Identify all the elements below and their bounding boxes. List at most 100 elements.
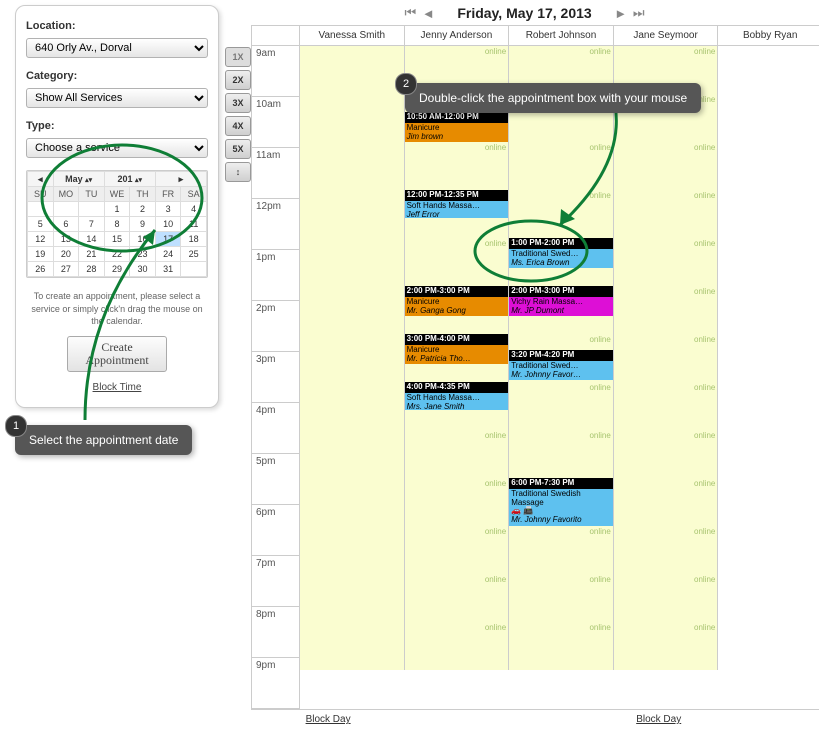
mini-cal-day[interactable]: 7: [79, 217, 105, 232]
time-slot-label: 7pm: [252, 556, 300, 607]
appointment[interactable]: 3:20 PM-4:20 PMTraditional Swed…Mr. John…: [509, 350, 613, 390]
mini-cal-day[interactable]: 22: [104, 247, 130, 262]
mini-cal-day[interactable]: 11: [181, 217, 207, 232]
category-select[interactable]: Show All Services: [26, 88, 208, 108]
online-tag: online: [485, 623, 506, 632]
mini-cal-day[interactable]: 16: [130, 232, 156, 247]
mini-cal-day[interactable]: 8: [104, 217, 130, 232]
appointment[interactable]: 2:00 PM-3:00 PMVichy Rain Massa…Mr. JP D…: [509, 286, 613, 326]
appointment-client: Jim brown: [407, 133, 507, 142]
appointment[interactable]: 3:00 PM-4:00 PMManicureMr. Patricia Tho…: [405, 334, 509, 374]
online-tag: online: [694, 191, 715, 200]
mini-cal-prev-month[interactable]: ◂: [28, 172, 54, 187]
staff-header[interactable]: Jenny Anderson: [405, 26, 510, 45]
day-column[interactable]: onlineonlineonlineonlineonlineonlineonli…: [614, 46, 719, 670]
appointment[interactable]: 12:00 PM-12:35 PMSoft Hands Massa…Jeff E…: [405, 190, 509, 218]
online-tag: online: [694, 431, 715, 440]
category-label: Category:: [26, 70, 208, 82]
create-appointment-button[interactable]: Create Appointment: [67, 336, 167, 372]
appointment-body: Traditional Swed…Mr. Johnny Favor…: [509, 361, 613, 381]
block-day-link[interactable]: Block Day: [636, 714, 681, 725]
mini-cal-year-stepper[interactable]: ▴▾: [135, 177, 142, 184]
day-column[interactable]: [718, 46, 819, 670]
staff-header[interactable]: Bobby Ryan: [718, 26, 819, 45]
appointment-time: 4:00 PM-4:35 PM: [405, 382, 509, 393]
appointment[interactable]: 6:00 PM-7:30 PMTraditional Swedish Massa…: [509, 478, 613, 550]
mini-cal-day[interactable]: 9: [130, 217, 156, 232]
appointment[interactable]: 2:00 PM-3:00 PMManicureMr. Ganga Gong: [405, 286, 509, 326]
mini-cal-day[interactable]: 15: [104, 232, 130, 247]
mini-cal-dow: TH: [130, 187, 156, 202]
prev-day-icon[interactable]: ◄: [421, 6, 435, 20]
day-column[interactable]: onlineonlineonlineonlineonlineonlineonli…: [509, 46, 614, 670]
appointment-body: Vichy Rain Massa…Mr. JP Dumont: [509, 297, 613, 317]
online-tag: online: [485, 239, 506, 248]
mini-cal-day[interactable]: 5: [28, 217, 54, 232]
mini-cal-day[interactable]: 27: [53, 262, 79, 277]
mini-cal-day[interactable]: 17: [155, 232, 181, 247]
mini-cal-day[interactable]: 21: [79, 247, 105, 262]
mini-calendar[interactable]: ◂ May ▴▾ 201 ▴▾ ▸ SUMOTUWETHFRSA 1234567…: [26, 170, 208, 278]
mini-cal-day[interactable]: 1: [104, 202, 130, 217]
online-tag: online: [694, 143, 715, 152]
mini-cal-day[interactable]: 29: [104, 262, 130, 277]
mini-cal-day[interactable]: 26: [28, 262, 54, 277]
appointment-client: Ms. Erica Brown: [511, 259, 611, 268]
mini-cal-day[interactable]: 30: [130, 262, 156, 277]
appointment-service: Traditional Swedish Massage: [511, 490, 611, 508]
day-column[interactable]: [300, 46, 405, 670]
time-slot-label: 8pm: [252, 607, 300, 658]
instruction-step-2: 2 Double-click the appointment box with …: [405, 83, 701, 113]
block-day-link[interactable]: Block Day: [306, 714, 351, 725]
online-tag: online: [485, 479, 506, 488]
mini-cal-day[interactable]: 20: [53, 247, 79, 262]
zoom-button-4X[interactable]: 4X: [225, 116, 251, 136]
mini-cal-day[interactable]: 19: [28, 247, 54, 262]
mini-cal-day[interactable]: 2: [130, 202, 156, 217]
mini-cal-day[interactable]: 24: [155, 247, 181, 262]
appointment-client: Mr. Ganga Gong: [407, 307, 507, 316]
mini-cal-month-stepper[interactable]: ▴▾: [85, 177, 92, 184]
prev-week-icon[interactable]: ⏮: [403, 6, 417, 20]
next-day-icon[interactable]: ►: [614, 6, 628, 20]
mini-cal-day[interactable]: 12: [28, 232, 54, 247]
staff-header[interactable]: Vanessa Smith: [300, 26, 405, 45]
online-tag: online: [694, 479, 715, 488]
mini-cal-day[interactable]: 13: [53, 232, 79, 247]
mini-cal-day[interactable]: 10: [155, 217, 181, 232]
day-column[interactable]: onlineonlineonlineonlineonlineonlineonli…: [405, 46, 510, 670]
next-week-icon[interactable]: ⏭: [632, 6, 646, 20]
zoom-button-1X[interactable]: 1X: [225, 47, 251, 67]
zoom-button-↕[interactable]: ↕: [225, 162, 251, 182]
online-tag: online: [485, 431, 506, 440]
appointment[interactable]: 10:50 AM-12:00 PMManicureJim brown: [405, 112, 509, 180]
mini-cal-day[interactable]: 14: [79, 232, 105, 247]
schedule-grid[interactable]: 9am10am11am12pm1pm2pm3pm4pm5pm6pm7pm8pm9…: [252, 46, 819, 709]
mini-cal-day[interactable]: 23: [130, 247, 156, 262]
mini-cal-day[interactable]: 28: [79, 262, 105, 277]
appointment-time: 10:50 AM-12:00 PM: [405, 112, 509, 123]
appointment[interactable]: 1:00 PM-2:00 PMTraditional Swed…Ms. Eric…: [509, 238, 613, 278]
appointment-time: 12:00 PM-12:35 PM: [405, 190, 509, 201]
zoom-button-3X[interactable]: 3X: [225, 93, 251, 113]
mini-cal-dow: FR: [155, 187, 181, 202]
mini-cal-day[interactable]: 4: [181, 202, 207, 217]
mini-cal-day[interactable]: 6: [53, 217, 79, 232]
location-select[interactable]: 640 Orly Av., Dorval: [26, 38, 208, 58]
mini-cal-dow: SU: [28, 187, 54, 202]
mini-cal-day[interactable]: 18: [181, 232, 207, 247]
staff-header[interactable]: Jane Seymoor: [614, 26, 719, 45]
mini-cal-day[interactable]: 3: [155, 202, 181, 217]
appointment[interactable]: 4:00 PM-4:35 PMSoft Hands Massa…Mrs. Jan…: [405, 382, 509, 410]
mini-cal-next-month[interactable]: ▸: [155, 172, 206, 187]
mini-cal-year: 201: [117, 174, 132, 184]
zoom-button-2X[interactable]: 2X: [225, 70, 251, 90]
zoom-button-5X[interactable]: 5X: [225, 139, 251, 159]
staff-header[interactable]: Robert Johnson: [509, 26, 614, 45]
block-time-link[interactable]: Block Time: [26, 382, 208, 393]
online-tag: online: [694, 527, 715, 536]
mini-cal-day[interactable]: 31: [155, 262, 181, 277]
mini-cal-day[interactable]: 25: [181, 247, 207, 262]
type-select[interactable]: Choose a service: [26, 138, 208, 158]
mini-cal-month: May: [65, 174, 83, 184]
